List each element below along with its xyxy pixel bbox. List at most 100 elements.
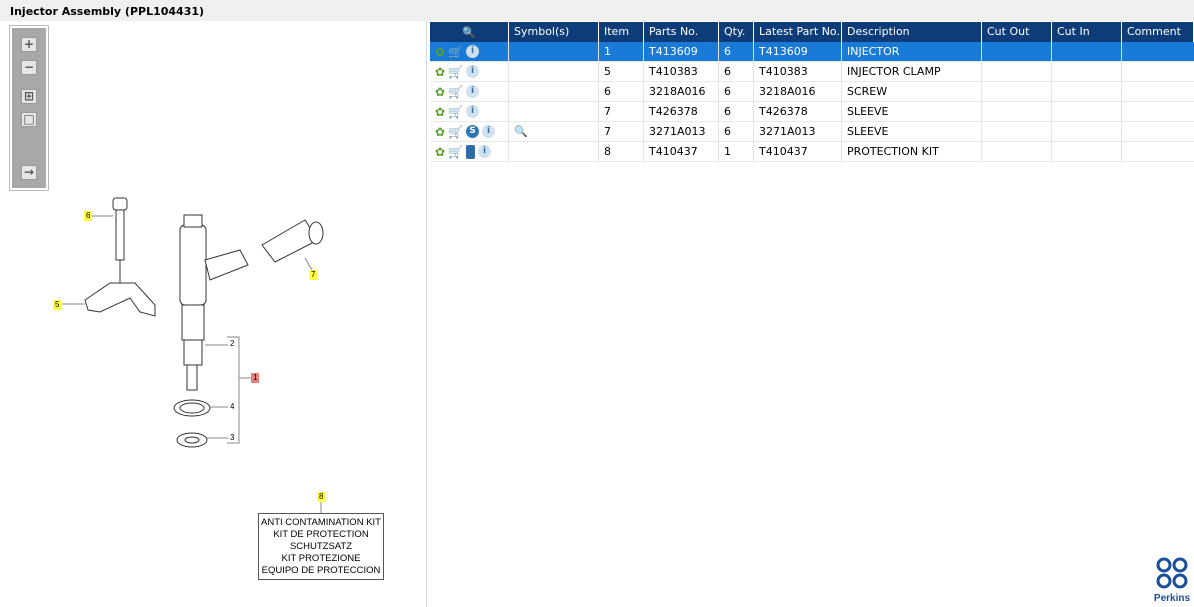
item-cell: 8 xyxy=(599,142,644,162)
header-parts-no[interactable]: Parts No. xyxy=(644,22,719,42)
latest-part-cell: 3218A016 xyxy=(754,82,842,102)
qty-cell: 6 xyxy=(719,42,754,62)
parts-no-cell: T426378 xyxy=(644,102,719,122)
info-icon[interactable]: i xyxy=(478,145,492,158)
latest-part-cell: T426378 xyxy=(754,102,842,122)
item-cell: 5 xyxy=(599,62,644,82)
callout-1[interactable]: 1 xyxy=(251,373,260,383)
callout-7[interactable]: 7 xyxy=(309,270,318,280)
cut-in-cell xyxy=(1052,42,1122,62)
comment-cell xyxy=(1122,42,1194,62)
cart-icon[interactable]: 🛒 xyxy=(448,125,463,139)
cart-icon[interactable]: 🛒 xyxy=(448,105,463,119)
cart-icon[interactable]: 🛒 xyxy=(448,65,463,79)
description-cell: INJECTOR CLAMP xyxy=(842,62,982,82)
info-icon[interactable]: i xyxy=(466,65,480,78)
info-icon[interactable]: i xyxy=(466,45,480,58)
cut-in-cell xyxy=(1052,142,1122,162)
header-latest-part-no[interactable]: Latest Part No. xyxy=(754,22,842,42)
row-actions: ✿ 🛒 i xyxy=(430,142,509,162)
gear-icon[interactable]: ✿ xyxy=(435,145,445,159)
gear-icon[interactable]: ✿ xyxy=(435,125,445,139)
qty-cell: 6 xyxy=(719,102,754,122)
table-row[interactable]: ✿ 🛒 i 8 T410437 1 T410437 PROTECTION KIT xyxy=(430,142,1194,162)
description-cell: SLEEVE xyxy=(842,102,982,122)
latest-part-cell: T410383 xyxy=(754,62,842,82)
latest-part-cell: 3271A013 xyxy=(754,122,842,142)
table-row[interactable]: ✿ 🛒 Si 🔍 7 3271A013 6 3271A013 SLEEVE xyxy=(430,122,1194,142)
parts-no-cell: 3271A013 xyxy=(644,122,719,142)
gear-icon[interactable]: ✿ xyxy=(435,85,445,99)
parts-no-cell: T410437 xyxy=(644,142,719,162)
description-cell: PROTECTION KIT xyxy=(842,142,982,162)
cut-in-cell xyxy=(1052,122,1122,142)
item-cell: 6 xyxy=(599,82,644,102)
supersession-icon[interactable]: S xyxy=(466,125,480,138)
kit-label-line: KIT DE PROTECTION xyxy=(273,529,369,540)
header-cut-in[interactable]: Cut In xyxy=(1052,22,1122,42)
kit-label-box: ANTI CONTAMINATION KIT KIT DE PROTECTION… xyxy=(258,513,384,580)
table-header: 🔍 Symbol(s) Item Parts No. Qty. Latest P… xyxy=(430,22,1194,42)
symbols-cell xyxy=(509,82,599,102)
symbols-cell xyxy=(509,142,599,162)
row-actions: ✿ 🛒 i xyxy=(430,102,509,122)
info-icon[interactable]: i xyxy=(466,105,480,118)
book-icon[interactable] xyxy=(466,144,476,159)
cart-icon[interactable]: 🛒 xyxy=(448,85,463,99)
table-row[interactable]: ✿ 🛒 i 1 T413609 6 T413609 INJECTOR xyxy=(430,42,1194,62)
logo-text: Perkins xyxy=(1153,593,1191,604)
kit-label-line: KIT PROTEZIONE xyxy=(281,553,361,564)
row-actions: ✿ 🛒 i xyxy=(430,42,509,62)
table-row[interactable]: ✿ 🛒 i 7 T426378 6 T426378 SLEEVE xyxy=(430,102,1194,122)
kit-label-line: ANTI CONTAMINATION KIT xyxy=(261,517,381,528)
cart-icon[interactable]: 🛒 xyxy=(448,145,463,159)
symbols-cell xyxy=(509,42,599,62)
row-actions: ✿ 🛒 i xyxy=(430,82,509,102)
header-comment[interactable]: Comment xyxy=(1122,22,1194,42)
header-description[interactable]: Description xyxy=(842,22,982,42)
diagram-panel[interactable]: + − ⊞ □ → 6 5 7 1 2 4 3 8 ANTI CONTAMINA… xyxy=(4,21,427,607)
perkins-logo: Perkins xyxy=(1150,556,1194,604)
gear-icon[interactable]: ✿ xyxy=(435,105,445,119)
item-cell: 7 xyxy=(599,102,644,122)
description-cell: SLEEVE xyxy=(842,122,982,142)
callout-6[interactable]: 6 xyxy=(84,211,93,221)
info-icon[interactable]: i xyxy=(466,85,480,98)
table-row[interactable]: ✿ 🛒 i 5 T410383 6 T410383 INJECTOR CLAMP xyxy=(430,62,1194,82)
latest-part-cell: T410437 xyxy=(754,142,842,162)
item-cell: 1 xyxy=(599,42,644,62)
description-cell: SCREW xyxy=(842,82,982,102)
info-icon[interactable]: i xyxy=(482,125,496,138)
gear-icon[interactable]: ✿ xyxy=(435,65,445,79)
callout-3: 3 xyxy=(230,433,235,442)
gear-icon[interactable]: ✿ xyxy=(435,45,445,59)
cut-out-cell xyxy=(982,122,1052,142)
header-cut-out[interactable]: Cut Out xyxy=(982,22,1052,42)
callout-8[interactable]: 8 xyxy=(317,492,326,502)
header-qty[interactable]: Qty. xyxy=(719,22,754,42)
parts-no-cell: T410383 xyxy=(644,62,719,82)
qty-cell: 6 xyxy=(719,62,754,82)
magnify-document-icon[interactable]: 🔍 xyxy=(514,125,528,138)
cut-out-cell xyxy=(982,102,1052,122)
comment-cell xyxy=(1122,122,1194,142)
parts-table: 🔍 Symbol(s) Item Parts No. Qty. Latest P… xyxy=(430,22,1194,162)
table-row[interactable]: ✿ 🛒 i 6 3218A016 6 3218A016 SCREW xyxy=(430,82,1194,102)
cart-icon[interactable]: 🛒 xyxy=(448,45,463,59)
comment-cell xyxy=(1122,102,1194,122)
search-parts-icon[interactable]: 🔍 xyxy=(430,22,509,42)
header-item[interactable]: Item xyxy=(599,22,644,42)
row-actions: ✿ 🛒 Si xyxy=(430,122,509,142)
header-symbols[interactable]: Symbol(s) xyxy=(509,22,599,42)
callout-2: 2 xyxy=(230,339,235,348)
row-actions: ✿ 🛒 i xyxy=(430,62,509,82)
parts-no-cell: 3218A016 xyxy=(644,82,719,102)
parts-no-cell: T413609 xyxy=(644,42,719,62)
cut-in-cell xyxy=(1052,62,1122,82)
cut-out-cell xyxy=(982,62,1052,82)
callout-4: 4 xyxy=(230,402,235,411)
qty-cell: 6 xyxy=(719,122,754,142)
callout-5[interactable]: 5 xyxy=(53,300,62,310)
symbols-cell xyxy=(509,62,599,82)
comment-cell xyxy=(1122,82,1194,102)
